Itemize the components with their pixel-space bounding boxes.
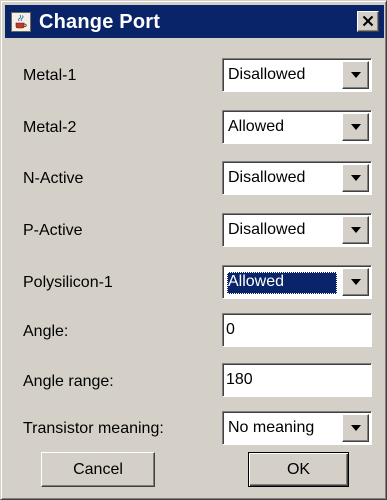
- angle-range-label: Angle range:: [23, 373, 114, 390]
- metal-1-value: Disallowed: [228, 66, 306, 83]
- chevron-down-icon: [351, 72, 361, 78]
- angle-label: Angle:: [23, 323, 69, 340]
- metal-2-dropdown-button[interactable]: [342, 113, 369, 141]
- n-active-select[interactable]: Disallowed: [222, 161, 372, 195]
- p-active-select[interactable]: Disallowed: [222, 213, 372, 247]
- angle-input[interactable]: [226, 318, 366, 342]
- polysilicon-1-label: Polysilicon-1: [23, 274, 113, 291]
- metal-1-label: Metal-1: [23, 67, 77, 84]
- metal-2-select[interactable]: Allowed: [222, 110, 372, 144]
- window-title: Change Port: [39, 11, 161, 33]
- angle-range-field-box: [222, 363, 372, 397]
- title-bar[interactable]: Change Port: [5, 5, 384, 38]
- metal-2-label: Metal-2: [23, 119, 77, 136]
- n-active-value: Disallowed: [228, 169, 306, 186]
- angle-range-input[interactable]: [226, 368, 366, 392]
- java-cup-icon: [11, 12, 31, 32]
- chevron-down-icon: [351, 124, 361, 130]
- chevron-down-icon: [351, 175, 361, 181]
- p-active-dropdown-button[interactable]: [342, 216, 369, 244]
- p-active-value: Disallowed: [228, 221, 306, 238]
- metal-2-value: Allowed: [228, 118, 285, 135]
- p-active-label: P-Active: [23, 222, 83, 239]
- polysilicon-1-dropdown-button[interactable]: [342, 268, 369, 296]
- chevron-down-icon: [351, 425, 361, 431]
- ok-button[interactable]: OK: [248, 452, 349, 487]
- cancel-button[interactable]: Cancel: [41, 452, 155, 487]
- transistor-meaning-dropdown-button[interactable]: [342, 414, 369, 442]
- n-active-label: N-Active: [23, 170, 84, 187]
- close-icon: [362, 15, 374, 27]
- transistor-meaning-value: No meaning: [228, 419, 315, 436]
- transistor-meaning-label: Transistor meaning:: [23, 420, 164, 437]
- change-port-dialog: Change Port Metal-1 Disallowed Metal-2 A…: [0, 0, 387, 500]
- chevron-down-icon: [351, 279, 361, 285]
- chevron-down-icon: [351, 227, 361, 233]
- polysilicon-1-value: Allowed: [227, 272, 337, 294]
- n-active-dropdown-button[interactable]: [342, 164, 369, 192]
- angle-field-box: [222, 313, 372, 347]
- transistor-meaning-select[interactable]: No meaning: [222, 411, 372, 445]
- close-button[interactable]: [357, 11, 379, 32]
- metal-1-dropdown-button[interactable]: [342, 61, 369, 89]
- polysilicon-1-select[interactable]: Allowed: [222, 265, 372, 299]
- metal-1-select[interactable]: Disallowed: [222, 58, 372, 92]
